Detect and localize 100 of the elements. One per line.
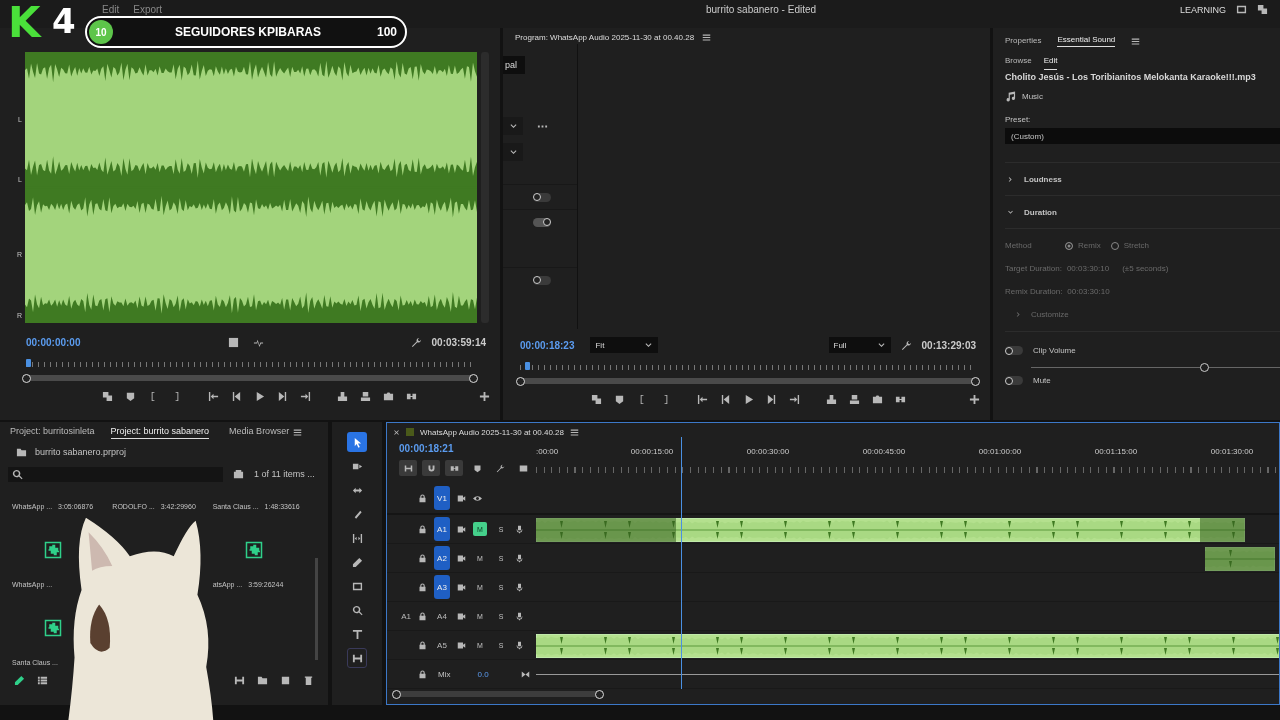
lift-icon[interactable] — [591, 394, 602, 405]
marker-icon[interactable] — [125, 391, 136, 402]
insert-icon[interactable] — [826, 394, 837, 405]
stop-icon[interactable] — [227, 336, 239, 348]
overwrite-icon[interactable] — [849, 394, 860, 405]
scrollbar[interactable] — [315, 558, 318, 660]
lock-icon[interactable] — [418, 524, 427, 534]
wrench-icon[interactable] — [900, 339, 912, 351]
button-editor-icon[interactable] — [895, 394, 906, 405]
side-button[interactable]: pal — [503, 56, 525, 74]
audio-clip[interactable] — [536, 518, 1245, 542]
play-icon[interactable] — [254, 391, 265, 402]
microphone-icon[interactable] — [515, 524, 524, 534]
insert-icon[interactable] — [337, 391, 348, 402]
automate-icon[interactable] — [234, 674, 245, 686]
search-icon[interactable] — [12, 468, 23, 480]
chevron-right-icon[interactable] — [1007, 175, 1014, 183]
track-target[interactable]: A3 — [434, 575, 450, 599]
insert-sequence-button[interactable] — [399, 460, 417, 476]
camera-icon[interactable] — [383, 391, 394, 402]
audio-clip[interactable] — [536, 634, 1279, 658]
play-icon[interactable] — [743, 394, 754, 405]
captions-icon[interactable] — [518, 463, 528, 473]
chevron-down-icon[interactable] — [876, 340, 886, 350]
preset-dropdown[interactable]: (Custom) — [1005, 128, 1280, 144]
lock-icon[interactable] — [418, 582, 427, 592]
snap-icon[interactable] — [426, 463, 436, 473]
panel-tab[interactable]: Properties — [1005, 35, 1042, 47]
workspace-label[interactable]: LEARNING — [1180, 4, 1226, 15]
step-forward-icon[interactable] — [277, 391, 288, 402]
microphone-icon[interactable] — [515, 553, 524, 563]
lock-icon[interactable] — [418, 493, 427, 503]
go-to-out-icon[interactable] — [300, 391, 311, 402]
menu-icon[interactable] — [702, 32, 712, 42]
track-target[interactable]: A2 — [434, 546, 450, 570]
toggle-switch[interactable] — [533, 217, 551, 227]
new-item-icon[interactable] — [280, 674, 291, 686]
lock-icon[interactable] — [418, 640, 427, 650]
microphone-icon[interactable] — [515, 582, 524, 592]
mix-value[interactable]: 0.0 — [477, 669, 489, 679]
overwrite-icon[interactable] — [360, 391, 371, 402]
zoom-dropdown[interactable]: Fit — [590, 337, 659, 353]
panel-tab[interactable]: Project: burritosinleta — [10, 426, 95, 438]
bowtie-icon[interactable] — [521, 669, 530, 679]
track-output-icon[interactable] — [457, 640, 466, 650]
plus-icon[interactable] — [479, 391, 490, 402]
sequence-tab[interactable]: WhatsApp Audio 2025-11-30 at 00.40.28 — [420, 427, 564, 437]
linked-selection-button[interactable] — [445, 460, 463, 476]
lock-icon[interactable] — [418, 611, 427, 621]
microphone-icon[interactable] — [515, 611, 524, 621]
snap-button[interactable] — [422, 460, 440, 476]
window-icon[interactable] — [1257, 4, 1268, 15]
plus-icon[interactable] — [969, 394, 980, 405]
step-back-icon[interactable] — [231, 391, 242, 402]
track-output-icon[interactable] — [457, 582, 466, 592]
sub-tab[interactable]: Edit — [1043, 56, 1058, 70]
lift-icon[interactable] — [102, 391, 113, 402]
camera-icon[interactable] — [872, 394, 883, 405]
eye-icon[interactable] — [473, 493, 482, 503]
lock-icon[interactable] — [418, 553, 427, 563]
timecode[interactable]: 00:00:00:00 — [26, 336, 81, 348]
toggle-switch[interactable] — [1005, 376, 1023, 385]
chevron-down-icon[interactable] — [508, 147, 518, 157]
section-header[interactable]: Loudness — [1005, 163, 1280, 196]
chevron-down-icon[interactable] — [508, 121, 518, 131]
track-target[interactable]: A1 — [434, 517, 450, 541]
chevron-down-icon[interactable] — [1007, 208, 1014, 216]
linked-selection-icon[interactable] — [449, 463, 459, 473]
new-bin-icon[interactable] — [233, 468, 244, 480]
timecode[interactable]: 00:00:18:23 — [520, 339, 575, 351]
track-output-icon[interactable] — [457, 553, 466, 563]
step-back-icon[interactable] — [720, 394, 731, 405]
microphone-icon[interactable] — [515, 640, 524, 650]
chevron-down-icon[interactable] — [644, 340, 654, 350]
section-header[interactable]: Duration — [1005, 196, 1280, 229]
track-output-icon[interactable] — [457, 611, 466, 621]
step-forward-icon[interactable] — [766, 394, 777, 405]
panel-icon[interactable] — [1236, 4, 1247, 15]
wrench-icon[interactable] — [410, 336, 422, 348]
sub-tab[interactable]: Browse — [1005, 56, 1032, 70]
button-editor-icon[interactable] — [406, 391, 417, 402]
go-to-in-icon[interactable] — [697, 394, 708, 405]
trash-icon[interactable] — [303, 674, 314, 686]
track-target[interactable]: A5 — [434, 633, 450, 657]
playhead[interactable] — [525, 362, 531, 370]
menu-icon[interactable] — [293, 427, 303, 437]
search-field[interactable] — [8, 466, 223, 482]
insert-sequence-icon[interactable] — [403, 463, 413, 473]
source-patch[interactable]: A1 — [401, 611, 411, 621]
menu-icon[interactable] — [1131, 36, 1141, 46]
menu-item[interactable]: Export — [133, 4, 163, 15]
marker-icon[interactable] — [472, 463, 482, 473]
panel-tab[interactable]: Essential Sound — [1057, 35, 1116, 47]
go-to-in-icon[interactable] — [208, 391, 219, 402]
lock-icon[interactable] — [418, 669, 427, 679]
panel-tab[interactable]: Media Browser — [229, 426, 290, 438]
quality-dropdown[interactable]: Full — [828, 337, 891, 353]
audio-clip[interactable] — [1205, 547, 1275, 571]
go-to-out-icon[interactable] — [789, 394, 800, 405]
close-icon[interactable] — [393, 428, 400, 436]
